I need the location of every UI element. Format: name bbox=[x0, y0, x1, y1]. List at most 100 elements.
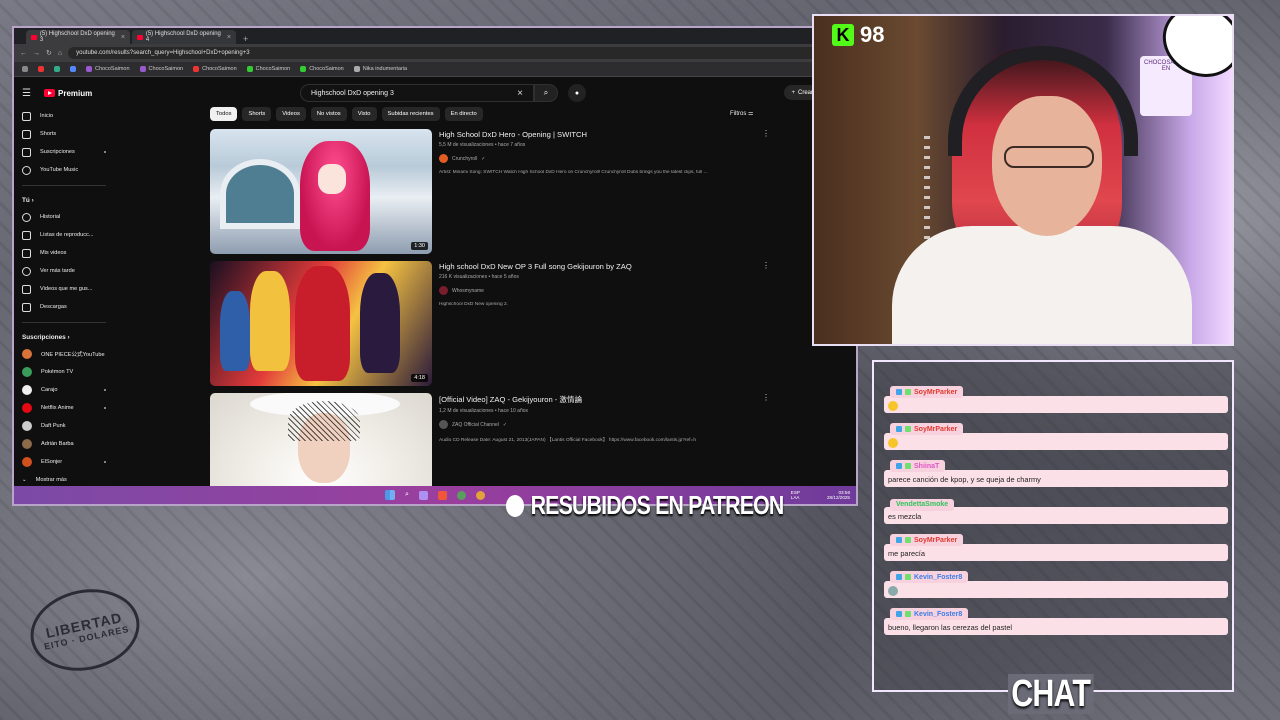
bookmark-icon[interactable] bbox=[38, 66, 44, 72]
video-result[interactable]: 1:30 High School DxD Hero - Opening | SW… bbox=[210, 129, 770, 261]
back-icon[interactable]: ← bbox=[20, 50, 27, 57]
discord-icon[interactable] bbox=[418, 490, 428, 500]
video-thumbnail[interactable]: 1:30 bbox=[210, 129, 432, 254]
sidebar-item-label: Videos que me gus... bbox=[40, 286, 93, 292]
kick-viewer-badge: K 98 bbox=[832, 22, 884, 48]
channel-row[interactable]: ZAQ Official Channel ✓ bbox=[439, 420, 759, 429]
sidebar-item-my-videos[interactable]: Mis videos bbox=[14, 244, 114, 262]
bookmark-item[interactable]: ChocoSaimon bbox=[246, 66, 290, 72]
chat-username: Kevin_Foster8 bbox=[914, 610, 963, 618]
chat-username: SoyMrParker bbox=[914, 536, 958, 544]
badge-icon bbox=[905, 574, 911, 581]
bookmark-label: ChocoSaimon bbox=[148, 66, 184, 72]
close-tab-icon[interactable]: × bbox=[227, 34, 231, 41]
bookmark-item[interactable]: ChocoSaimon bbox=[86, 66, 130, 72]
filters-button[interactable]: Filtros ⚌ bbox=[730, 110, 753, 117]
chip-videos[interactable]: Videos bbox=[276, 107, 306, 121]
chip-todos[interactable]: Todos bbox=[210, 107, 238, 121]
clock[interactable]: 03:56 28/12/2025 bbox=[827, 490, 850, 500]
clear-search-icon[interactable]: × bbox=[517, 88, 523, 99]
new-tab-icon[interactable]: + bbox=[238, 34, 253, 44]
sidebar-item-label: Shorts bbox=[40, 131, 57, 137]
language-indicator[interactable]: ESP LAA bbox=[791, 490, 800, 500]
browser-tab[interactable]: (5) Highschool DxD opening 3 × bbox=[26, 30, 130, 44]
address-bar-row: ← → ↻ ⌂ youtube.com/results?search_query… bbox=[14, 44, 856, 62]
reload-icon[interactable]: ↻ bbox=[46, 49, 52, 57]
chat-username-tag: Kevin_Foster8 bbox=[890, 571, 969, 584]
bookmark-folder-icon[interactable] bbox=[22, 66, 28, 72]
video-thumbnail[interactable]: 4:18 bbox=[210, 261, 432, 386]
chat-message: SoyMrParker bbox=[884, 382, 1228, 414]
bookmark-item[interactable]: ChocoSaimon bbox=[300, 66, 344, 72]
divider bbox=[22, 322, 106, 323]
bookmark-item[interactable]: ChocoSaimon bbox=[139, 66, 184, 72]
search-input[interactable]: Highschool DxD opening 3 × bbox=[300, 84, 534, 102]
search-button[interactable]: ⌕ bbox=[534, 84, 558, 102]
browser-window: (5) Highschool DxD opening 3 × (5) Highs… bbox=[12, 26, 858, 506]
more-options-icon[interactable]: ⋮ bbox=[762, 393, 770, 402]
forward-icon[interactable]: → bbox=[33, 50, 40, 57]
menu-icon[interactable]: ☰ bbox=[22, 88, 36, 99]
more-options-icon[interactable]: ⋮ bbox=[762, 261, 770, 270]
more-options-icon[interactable]: ⋮ bbox=[762, 129, 770, 138]
sidebar-item-inicio[interactable]: Inicio bbox=[14, 107, 114, 125]
sidebar-subscription[interactable]: Netflix Anime bbox=[14, 399, 114, 417]
sidebar-item-playlists[interactable]: Listas de reproducc... bbox=[14, 226, 114, 244]
sidebar-subscription[interactable]: ONE PIECE公式YouTube bbox=[14, 345, 114, 363]
chip-en-directo[interactable]: En directo bbox=[444, 107, 483, 121]
bookmark-item[interactable]: Nika indumentaria bbox=[353, 66, 407, 72]
sidebar-item-downloads[interactable]: Descargas bbox=[14, 298, 114, 316]
thumbnail-art bbox=[220, 159, 300, 229]
subscription-label: Daft Punk bbox=[41, 423, 66, 429]
sidebar-item-watch-later[interactable]: Ver más tarde bbox=[14, 262, 114, 280]
chip-no-vistos[interactable]: No vistos bbox=[310, 107, 347, 121]
channel-avatar bbox=[22, 385, 32, 395]
channel-row[interactable]: Whosmyname bbox=[439, 286, 759, 295]
sidebar-subscription[interactable]: Daft Punk bbox=[14, 417, 114, 435]
video-description: Highschool DxD New opening 2. bbox=[439, 302, 509, 307]
chrome-canary-icon[interactable] bbox=[475, 490, 485, 500]
video-result[interactable]: 4:18 High school DxD New OP 3 Full song … bbox=[210, 261, 770, 393]
video-title[interactable]: High School DxD Hero - Opening | SWITCH bbox=[439, 130, 759, 139]
chip-subidas-recientes[interactable]: Subidas recientes bbox=[381, 107, 440, 121]
video-description: Audio CD Release Date: August 21, 2013(J… bbox=[439, 438, 696, 443]
sidebar-item-liked[interactable]: Videos que me gus... bbox=[14, 280, 114, 298]
sidebar-item-music[interactable]: YouTube Music bbox=[14, 161, 114, 179]
sidebar-subscription[interactable]: Pokémon TV bbox=[14, 363, 114, 381]
chip-shorts[interactable]: Shorts bbox=[242, 107, 272, 121]
new-content-dot bbox=[104, 407, 106, 409]
voice-search-button[interactable]: ● bbox=[568, 84, 586, 102]
chat-message: ShiinaT parece canción de kpop, y se que… bbox=[884, 456, 1228, 488]
bookmark-icon[interactable] bbox=[70, 66, 76, 72]
close-tab-icon[interactable]: × bbox=[121, 34, 125, 41]
section-heading-you[interactable]: Tú › bbox=[14, 192, 114, 208]
sidebar-item-shorts[interactable]: Shorts bbox=[14, 125, 114, 143]
video-meta: 1,2 M de visualizaciones • hace 10 años bbox=[439, 408, 529, 414]
sidebar-item-historial[interactable]: Historial bbox=[14, 208, 114, 226]
patreon-icon bbox=[506, 494, 525, 517]
home-icon[interactable]: ⌂ bbox=[58, 50, 62, 57]
section-heading-subscriptions[interactable]: Suscripciones › bbox=[14, 329, 114, 345]
sidebar-subscription[interactable]: ElSonjer bbox=[14, 453, 114, 471]
badge-icon bbox=[905, 463, 911, 470]
windows-start-icon[interactable] bbox=[385, 490, 396, 500]
microphone-icon: ● bbox=[574, 89, 580, 97]
brave-icon[interactable] bbox=[437, 490, 447, 500]
bookmark-item[interactable]: ChocoSaimon bbox=[193, 66, 237, 72]
video-title[interactable]: [Official Video] ZAQ - Gekijyouron - 激情論 bbox=[439, 394, 759, 405]
verified-icon: ✓ bbox=[502, 421, 508, 428]
channel-row[interactable]: Crunchyroll ✓ bbox=[439, 154, 759, 163]
sidebar-item-label: Inicio bbox=[40, 113, 54, 119]
sidebar-subscription[interactable]: Carajo bbox=[14, 381, 114, 399]
bookmark-icon[interactable] bbox=[54, 66, 60, 72]
browser-tab[interactable]: (5) Highschool DxD opening 4 × bbox=[132, 30, 236, 44]
sidebar-subscription[interactable]: Adrián Barba bbox=[14, 435, 114, 453]
chrome-icon[interactable] bbox=[456, 490, 466, 500]
search-icon[interactable]: ⌕ bbox=[405, 491, 409, 499]
chip-visto[interactable]: Visto bbox=[351, 107, 377, 121]
video-title[interactable]: High school DxD New OP 3 Full song Gekij… bbox=[439, 262, 759, 271]
channel-avatar bbox=[22, 403, 32, 413]
url-field[interactable]: youtube.com/results?search_query=Highsch… bbox=[68, 47, 827, 59]
youtube-logo[interactable]: Premium bbox=[44, 89, 92, 98]
sidebar-item-suscripciones[interactable]: Suscripciones bbox=[14, 143, 114, 161]
